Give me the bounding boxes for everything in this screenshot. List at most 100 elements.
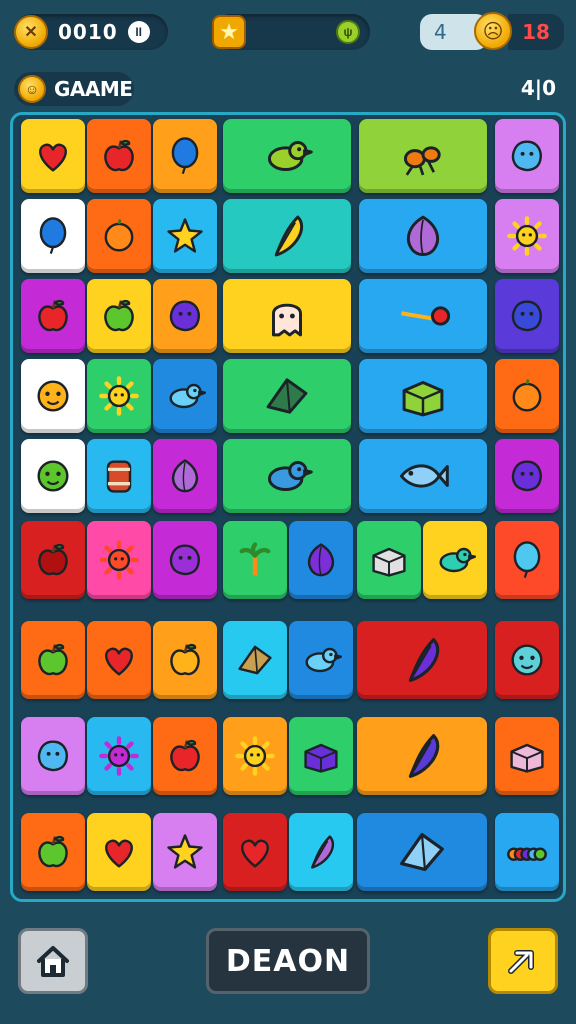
blob-icon	[511, 140, 542, 172]
tile-onion[interactable]	[359, 199, 487, 273]
tile-birds[interactable]	[223, 439, 351, 513]
apple-icon	[38, 299, 68, 332]
apple-icon	[104, 299, 134, 332]
heart-icon	[241, 839, 269, 868]
apple-icon	[104, 139, 134, 172]
tile-feather[interactable]	[223, 199, 351, 273]
tile-virus[interactable]	[495, 621, 559, 699]
tile-heart[interactable]	[21, 119, 85, 193]
tile-bug[interactable]	[495, 279, 559, 353]
smiley-icon: ☺	[18, 75, 46, 103]
tile-blob-cyan[interactable]	[21, 717, 85, 795]
moves-counter: 4|0	[520, 76, 556, 100]
tile-palm[interactable]	[223, 521, 287, 599]
tile-soap[interactable]	[495, 717, 559, 795]
feather-icon	[408, 638, 440, 682]
tile-green-apple[interactable]	[87, 279, 151, 353]
orange-icon	[104, 219, 134, 252]
tile-apple-dark[interactable]	[21, 521, 85, 599]
tile-balloon[interactable]	[153, 119, 217, 193]
tile-gift[interactable]	[357, 521, 421, 599]
tile-kites[interactable]	[223, 359, 351, 433]
tile-heart-yellow[interactable]	[87, 813, 151, 891]
tile-purple-blob[interactable]	[495, 439, 559, 513]
tile-sun-red[interactable]	[87, 521, 151, 599]
tile-heart-dark[interactable]	[223, 813, 287, 891]
tile-sun-green[interactable]	[87, 359, 151, 433]
tile-lipstick[interactable]	[289, 813, 353, 891]
onion-icon	[171, 459, 199, 493]
tile-plane[interactable]	[223, 621, 287, 699]
orange-icon	[512, 379, 542, 412]
level-face-icon[interactable]: ψ	[336, 20, 360, 44]
face-icon	[37, 380, 69, 412]
game-title: GAAME	[54, 77, 133, 101]
apple-icon	[38, 643, 68, 676]
sad-face-icon: ☹	[474, 12, 512, 50]
tile-heart-red[interactable]	[87, 621, 151, 699]
tile-orange-fruit[interactable]	[495, 359, 559, 433]
balloon-icon	[39, 217, 67, 254]
tile-sun[interactable]	[495, 199, 559, 273]
sun-icon	[507, 216, 547, 256]
tile-tool[interactable]	[357, 813, 487, 891]
tile-bird-green[interactable]	[423, 521, 487, 599]
tile-orange[interactable]	[87, 199, 151, 273]
tile-apple-orange[interactable]	[153, 717, 217, 795]
next-button[interactable]	[488, 928, 558, 994]
tile-glove-ghost[interactable]	[223, 279, 351, 353]
tile-balloon-blue[interactable]	[21, 199, 85, 273]
sun-icon	[235, 736, 275, 776]
tile-feather-purple[interactable]	[357, 717, 487, 795]
tile-onion-purple[interactable]	[153, 439, 217, 513]
bird-icon	[305, 647, 343, 673]
tile-eraser[interactable]	[289, 717, 353, 795]
bird-icon	[439, 547, 477, 573]
tile-green-blob[interactable]	[21, 439, 85, 513]
tile-star[interactable]	[153, 199, 217, 273]
tile-grape[interactable]	[153, 279, 217, 353]
blob-icon	[169, 544, 200, 576]
sun-icon	[99, 540, 139, 580]
tile-fish[interactable]	[359, 439, 487, 513]
tile-barrel[interactable]	[87, 439, 151, 513]
box-icon	[402, 381, 444, 417]
tile-ant[interactable]	[359, 119, 487, 193]
tile-bird-blue[interactable]	[153, 359, 217, 433]
tile-balloon-cyan[interactable]	[495, 521, 559, 599]
apple-icon	[38, 835, 68, 868]
home-button[interactable]	[18, 928, 88, 994]
tile-rocket[interactable]	[357, 621, 487, 699]
apple-icon	[170, 739, 200, 772]
top-bar: ✕ 0010 II ★ ψ 4 18 ☹	[0, 10, 576, 56]
tile-apple[interactable]	[87, 119, 151, 193]
tile-box[interactable]	[359, 359, 487, 433]
tile-eggplant[interactable]	[289, 521, 353, 599]
main-action-button[interactable]: DEAON	[206, 928, 370, 994]
blob-icon	[169, 300, 200, 332]
tile-apple-red[interactable]	[21, 279, 85, 353]
box-icon	[372, 547, 406, 577]
tile-caterpillar[interactable]	[495, 813, 559, 891]
tile-bird[interactable]	[223, 119, 351, 193]
tile-lime[interactable]	[21, 621, 85, 699]
tile-bird-lightblue[interactable]	[289, 621, 353, 699]
tile-plum[interactable]	[153, 521, 217, 599]
feather-icon	[274, 215, 304, 257]
tile-mango[interactable]	[153, 621, 217, 699]
feather-icon	[310, 835, 335, 869]
blob-icon	[37, 740, 68, 772]
score-panel: ✕ 0010 II	[14, 14, 168, 50]
face-icon	[37, 460, 69, 492]
tile-face-orange[interactable]	[21, 359, 85, 433]
bird-icon	[267, 461, 313, 491]
heart-icon	[39, 143, 67, 172]
tile-pear[interactable]	[21, 813, 85, 891]
tile-blob[interactable]	[495, 119, 559, 193]
tile-star-pink[interactable]	[153, 813, 217, 891]
tile-sun-yellow[interactable]	[223, 717, 287, 795]
tile-virus-purple[interactable]	[87, 717, 151, 795]
pause-button[interactable]: II	[127, 21, 150, 43]
tile-arrow[interactable]	[359, 279, 487, 353]
arrow-right-icon	[508, 950, 534, 974]
